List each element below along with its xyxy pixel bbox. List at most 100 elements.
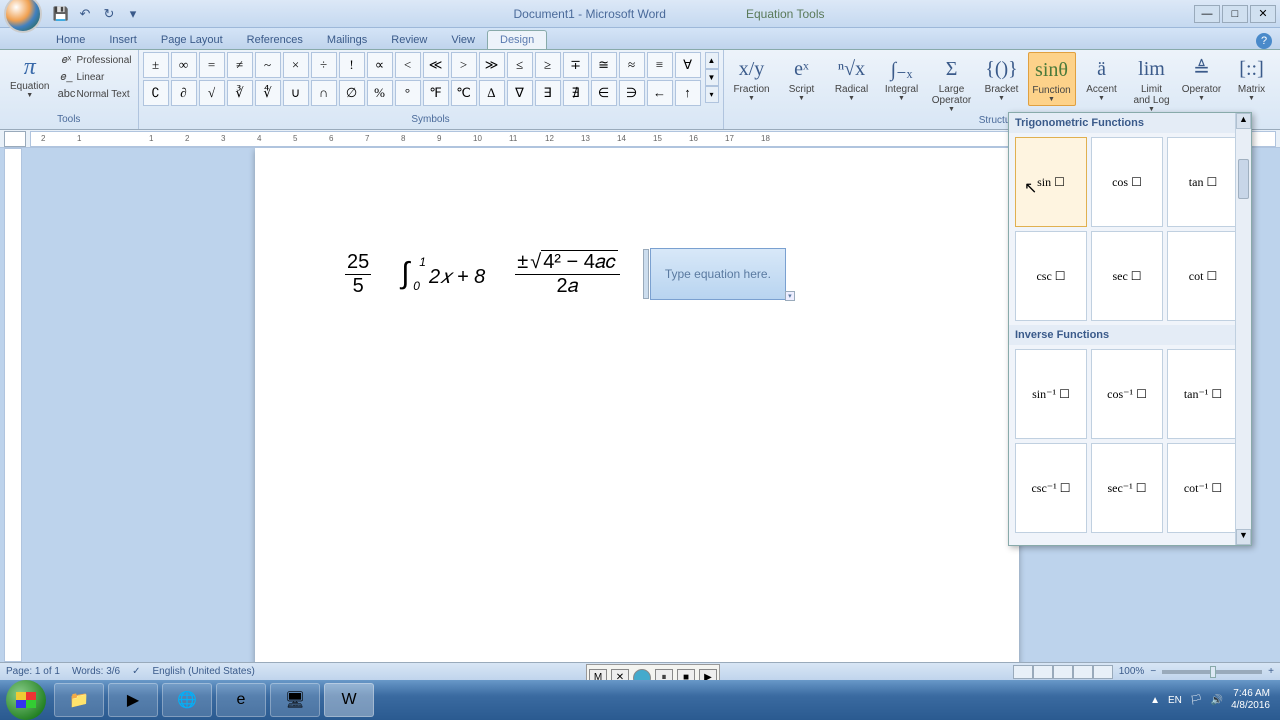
symbol-cell[interactable]: × [283, 52, 309, 78]
equation-quadratic[interactable]: ±4² − 4𝑎𝑐 2𝑎 [515, 251, 620, 298]
structure-accent[interactable]: äAccent▼ [1078, 52, 1126, 104]
equation-fraction[interactable]: 25 5 [345, 251, 371, 298]
symbol-cell[interactable]: ≪ [423, 52, 449, 78]
tab-mailings[interactable]: Mailings [315, 31, 379, 49]
tab-page-layout[interactable]: Page Layout [149, 31, 235, 49]
gallery-item[interactable]: cos ☐ [1091, 137, 1163, 227]
structure-integral[interactable]: ∫₋ₓIntegral▼ [878, 52, 926, 104]
symbol-cell[interactable]: ≠ [227, 52, 253, 78]
linear-button[interactable]: 𝑒_Linear [57, 69, 133, 85]
structure-function[interactable]: sinθFunction▼ [1028, 52, 1076, 106]
symbol-cell[interactable]: ° [395, 80, 421, 106]
save-icon[interactable]: 💾 [50, 3, 72, 25]
symbol-cell[interactable]: ∜ [255, 80, 281, 106]
tab-review[interactable]: Review [379, 31, 439, 49]
symbol-cell[interactable]: ≤ [507, 52, 533, 78]
tab-references[interactable]: References [235, 31, 315, 49]
symbol-cell[interactable]: ∁ [143, 80, 169, 106]
symbol-cell[interactable]: ≈ [619, 52, 645, 78]
symbol-cell[interactable]: ≥ [535, 52, 561, 78]
symbol-cell[interactable]: ≡ [647, 52, 673, 78]
symbol-cell[interactable]: ≅ [591, 52, 617, 78]
symbol-cell[interactable]: ∞ [171, 52, 197, 78]
redo-icon[interactable]: ↻ [98, 3, 120, 25]
page[interactable]: 25 5 ∫10 2𝑥 + 8 ±4² − 4𝑎𝑐 2𝑎 Type equati… [255, 148, 1019, 662]
tab-selector[interactable] [4, 131, 26, 147]
tab-insert[interactable]: Insert [97, 31, 149, 49]
task-explorer[interactable]: 📁 [54, 683, 104, 717]
symbol-cell[interactable]: ↑ [675, 80, 701, 106]
symbol-cell[interactable]: ~ [255, 52, 281, 78]
minimize-button[interactable]: — [1194, 5, 1220, 23]
symbol-cell[interactable]: ∛ [227, 80, 253, 106]
structure-bracket[interactable]: {()}Bracket▼ [978, 52, 1026, 104]
gallery-item[interactable]: sec ☐ [1091, 231, 1163, 321]
symbol-cell[interactable]: ∪ [283, 80, 309, 106]
structure-operator[interactable]: ≜Operator▼ [1178, 52, 1226, 104]
structure-limit-and-log[interactable]: limLimit and Log▼ [1128, 52, 1176, 115]
symbol-cell[interactable]: ∅ [339, 80, 365, 106]
gallery-item[interactable]: csc⁻¹ ☐ [1015, 443, 1087, 533]
symbol-cell[interactable]: ∆ [479, 80, 505, 106]
tab-home[interactable]: Home [44, 31, 97, 49]
symbol-cell[interactable]: ∇ [507, 80, 533, 106]
zoom-slider[interactable] [1162, 670, 1262, 674]
view-buttons[interactable] [1013, 665, 1113, 679]
symbol-cell[interactable]: √ [199, 80, 225, 106]
symbol-cell[interactable]: ± [143, 52, 169, 78]
task-media[interactable]: ▶ [108, 683, 158, 717]
professional-button[interactable]: 𝑒ˣProfessional [57, 52, 133, 68]
task-app[interactable]: 🖥 [270, 683, 320, 717]
symbol-cell[interactable]: ! [339, 52, 365, 78]
task-ie[interactable]: e [216, 683, 266, 717]
structure-radical[interactable]: ⁿ√xRadical▼ [828, 52, 876, 104]
status-page[interactable]: Page: 1 of 1 [6, 666, 60, 677]
normal-text-button[interactable]: abcNormal Text [57, 86, 133, 102]
task-word[interactable]: W [324, 683, 374, 717]
start-button[interactable] [6, 680, 46, 720]
zoom-level[interactable]: 100% [1119, 666, 1145, 677]
structure-script[interactable]: eˣScript▼ [778, 52, 826, 104]
structure-fraction[interactable]: x/yFraction▼ [728, 52, 776, 104]
gallery-item[interactable]: cot ☐ [1167, 231, 1239, 321]
task-chrome[interactable]: 🌐 [162, 683, 212, 717]
tab-view[interactable]: View [439, 31, 487, 49]
symbol-cell[interactable]: ∋ [619, 80, 645, 106]
gallery-item[interactable]: cot⁻¹ ☐ [1167, 443, 1239, 533]
symbol-cell[interactable]: ÷ [311, 52, 337, 78]
equation-handle[interactable] [643, 249, 649, 299]
structure-large-operator[interactable]: ΣLarge Operator▼ [928, 52, 976, 115]
symbol-cell[interactable]: % [367, 80, 393, 106]
vertical-ruler[interactable] [4, 148, 22, 662]
undo-icon[interactable]: ↶ [74, 3, 96, 25]
tab-design[interactable]: Design [487, 30, 547, 49]
gallery-item[interactable]: tan ☐ [1167, 137, 1239, 227]
status-language[interactable]: English (United States) [153, 666, 255, 677]
symbol-cell[interactable]: ∓ [563, 52, 589, 78]
gallery-item[interactable]: sin ☐ [1015, 137, 1087, 227]
symbol-cell[interactable]: ℃ [451, 80, 477, 106]
symbol-scroll[interactable]: ▲▼▾ [705, 52, 719, 103]
gallery-item[interactable]: sec⁻¹ ☐ [1091, 443, 1163, 533]
close-button[interactable]: ✕ [1250, 5, 1276, 23]
symbol-cell[interactable]: ← [647, 80, 673, 106]
symbol-cell[interactable]: < [395, 52, 421, 78]
symbol-cell[interactable]: ∂ [171, 80, 197, 106]
structure-matrix[interactable]: [::]Matrix▼ [1228, 52, 1276, 104]
symbol-cell[interactable]: ∃ [535, 80, 561, 106]
symbol-cell[interactable]: = [199, 52, 225, 78]
symbol-cell[interactable]: ≫ [479, 52, 505, 78]
equation-button[interactable]: π Equation ▼ [4, 52, 55, 101]
gallery-item[interactable]: cos⁻¹ ☐ [1091, 349, 1163, 439]
symbol-cell[interactable]: ∝ [367, 52, 393, 78]
equation-placeholder[interactable]: Type equation here. ▾ [650, 248, 786, 300]
gallery-item[interactable]: sin⁻¹ ☐ [1015, 349, 1087, 439]
gallery-item[interactable]: csc ☐ [1015, 231, 1087, 321]
symbol-cell[interactable]: ∈ [591, 80, 617, 106]
symbol-cell[interactable]: > [451, 52, 477, 78]
system-tray[interactable]: ▲ EN 🏳🔊 7:46 AM4/8/2016 [1150, 688, 1280, 712]
symbol-cell[interactable]: ℉ [423, 80, 449, 106]
gallery-item[interactable]: tan⁻¹ ☐ [1167, 349, 1239, 439]
qat-more-icon[interactable]: ▾ [122, 3, 144, 25]
gallery-scrollbar[interactable]: ▲▼ [1235, 113, 1251, 545]
